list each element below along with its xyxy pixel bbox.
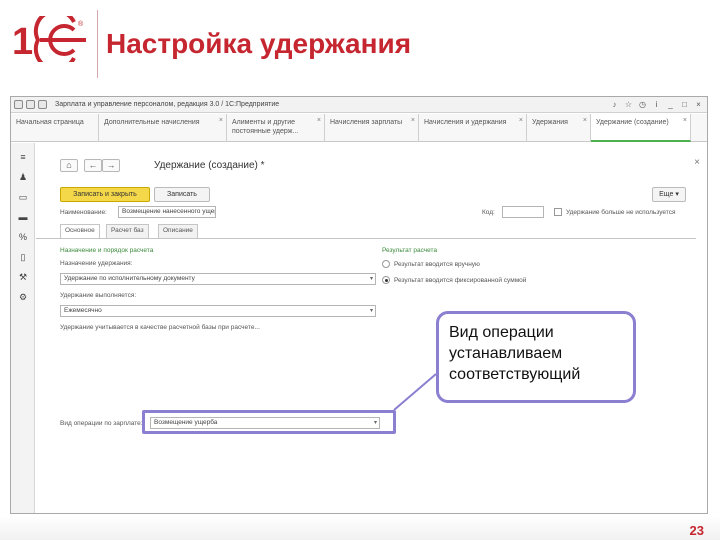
tab-close-icon[interactable]: × — [317, 116, 321, 125]
unused-label: Удержание больше не используется — [566, 209, 676, 216]
form-title: Удержание (создание) * — [154, 160, 265, 171]
slide-footer — [0, 516, 720, 540]
code-field[interactable] — [502, 206, 544, 218]
tab-alimony[interactable]: Алименты и другие постоянные удерж... × — [227, 114, 325, 142]
tab-close-icon[interactable]: × — [411, 116, 415, 125]
gear-icon[interactable]: ⚙ — [18, 293, 28, 302]
tab-deduction-create[interactable]: Удержание (создание) × — [591, 114, 691, 142]
result-manual-radio[interactable] — [382, 260, 390, 268]
tab-deductions[interactable]: Удержания × — [527, 114, 591, 142]
result-fixed-radio[interactable] — [382, 276, 390, 284]
tab-base-calculation[interactable]: Расчет баз — [106, 224, 149, 238]
operation-type-highlight — [142, 410, 396, 434]
card-icon[interactable]: ▬ — [18, 213, 28, 222]
operation-label: Удержание выполняется: — [60, 292, 137, 299]
svg-text:1: 1 — [12, 21, 33, 62]
tab-additional-accruals[interactable]: Дополнительные начисления × — [99, 114, 227, 142]
chevron-down-icon[interactable]: ▾ — [370, 306, 373, 316]
result-manual-label: Результат вводится вручную — [394, 261, 480, 268]
tab-close-icon[interactable]: × — [219, 116, 223, 125]
info-icon[interactable]: i — [652, 100, 661, 109]
save-button[interactable]: Записать — [154, 187, 210, 202]
purpose-select[interactable]: Удержание по исполнительному документу ▾ — [60, 273, 376, 285]
form-close-icon[interactable]: × — [694, 157, 700, 168]
tab-close-icon[interactable]: × — [683, 116, 687, 125]
save-and-close-button[interactable]: Записать и закрыть — [60, 187, 150, 202]
name-label: Наименование: — [60, 209, 107, 216]
tab-main[interactable]: Основное — [60, 224, 100, 239]
slide-title: Настройка удержания — [106, 28, 412, 59]
tab-payroll-accruals[interactable]: Начисления зарплаты × — [325, 114, 419, 142]
minimize-icon[interactable]: _ — [666, 100, 675, 109]
wallet-icon[interactable]: ▭ — [18, 193, 28, 202]
tab-close-icon[interactable]: × — [583, 116, 587, 125]
name-field[interactable]: Возмещение нанесенного ущерба — [118, 206, 216, 218]
form-tabs-divider — [36, 238, 696, 239]
tab-description[interactable]: Описание — [158, 224, 198, 238]
open-tabs-bar: Начальная страница Дополнительные начисл… — [11, 114, 707, 142]
tab-accruals-deductions[interactable]: Начисления и удержания × — [419, 114, 527, 142]
menu-icon[interactable]: ≡ — [18, 153, 28, 162]
people-icon[interactable]: ♟ — [18, 173, 28, 182]
1c-logo-icon: 1 ® — [12, 16, 86, 62]
star-icon[interactable]: ☆ — [624, 100, 633, 109]
header-divider — [97, 10, 98, 78]
percent-icon[interactable]: % — [18, 233, 28, 242]
history-icon[interactable]: ◷ — [638, 100, 647, 109]
code-label: Код: — [482, 209, 495, 216]
sections-panel: ≡ ♟ ▭ ▬ % ▯ ⚒ ⚙ — [11, 143, 35, 513]
callout-box: Вид операции устанавливаем соответствующ… — [436, 311, 636, 403]
document-icon[interactable]: ▯ — [18, 253, 28, 262]
forward-arrow-icon[interactable]: → — [102, 159, 120, 172]
operation-select[interactable]: Ежемесячно ▾ — [60, 305, 376, 317]
chevron-down-icon[interactable]: ▾ — [370, 274, 373, 284]
window-title: Зарплата и управление персоналом, редакц… — [55, 101, 280, 108]
home-icon[interactable] — [38, 100, 47, 109]
app-menu-icon[interactable] — [14, 100, 23, 109]
purpose-label: Назначение удержания: — [60, 260, 133, 267]
tab-home[interactable]: Начальная страница — [11, 114, 99, 142]
result-section-label: Результат расчета — [382, 247, 438, 254]
wrench-icon[interactable]: ⚒ — [18, 273, 28, 282]
calc-base-label: Удержание учитывается в качестве расчетн… — [60, 324, 260, 331]
back-arrow-icon[interactable]: ← — [84, 159, 102, 172]
more-button[interactable]: Еще ▾ — [652, 187, 686, 202]
unused-checkbox[interactable] — [554, 208, 562, 216]
tab-close-icon[interactable]: × — [519, 116, 523, 125]
purpose-section-label: Назначение и порядок расчета — [60, 247, 154, 254]
maximize-icon[interactable]: □ — [680, 100, 689, 109]
close-icon[interactable]: × — [694, 100, 703, 109]
app-window: Зарплата и управление персоналом, редакц… — [10, 96, 708, 514]
back-icon[interactable] — [26, 100, 35, 109]
result-fixed-label: Результат вводится фиксированной суммой — [394, 277, 527, 284]
svg-text:®: ® — [78, 20, 84, 28]
page-number: 23 — [689, 523, 704, 538]
bell-icon[interactable]: ♪ — [610, 100, 619, 109]
operation-type-label: Вид операции по зарплате: — [60, 420, 143, 427]
window-titlebar: Зарплата и управление персоналом, редакц… — [11, 97, 707, 113]
home-nav-icon[interactable]: ⌂ — [60, 159, 78, 172]
